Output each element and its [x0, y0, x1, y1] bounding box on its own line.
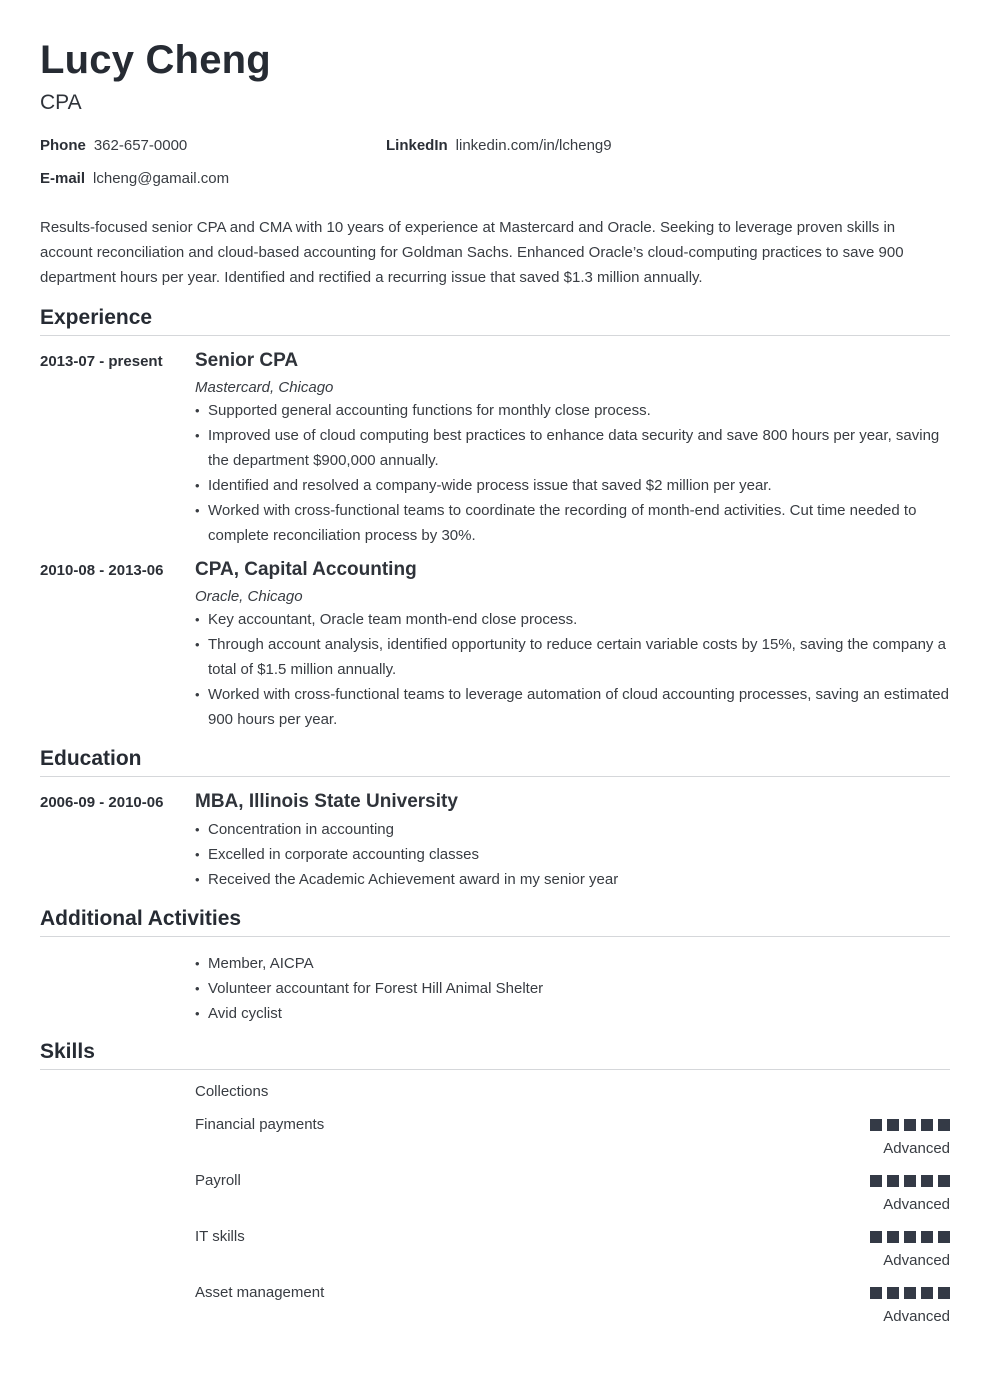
entry-dates: 2013-07 - present: [40, 353, 163, 370]
bullet-item: Through account analysis, identified opp…: [195, 632, 950, 682]
bullet-item: Concentration in accounting: [195, 817, 950, 842]
entry-degree: MBA, Illinois State University: [195, 791, 458, 812]
skill-name: IT skills: [195, 1228, 245, 1245]
bullet-item: Excelled in corporate accounting classes: [195, 842, 950, 867]
email-label: E-mail: [40, 170, 86, 187]
contact-info: Phone 362-657-0000 LinkedIn linkedin.com/i…: [40, 136, 950, 202]
candidate-title: CPA: [40, 91, 82, 114]
skill-item: Asset management Advanced: [195, 1283, 950, 1339]
contact-phone: Phone 362-657-0000: [40, 136, 187, 156]
linkedin-value: linkedin.com/in/lcheng9: [455, 137, 612, 154]
contact-email: E-mail lcheng@gamail.com: [40, 169, 229, 189]
bullet-item: Worked with cross-functional teams to le…: [195, 682, 950, 732]
experience-entry: 2013-07 - present Senior CPA Mastercard,…: [40, 349, 950, 548]
activities-list: Member, AICPA Volunteer accountant for F…: [40, 951, 950, 1026]
bullet-item: Improved use of cloud computing best pra…: [195, 423, 950, 473]
bullet-item: Worked with cross-functional teams to co…: [195, 498, 950, 548]
rating-square: [921, 1119, 933, 1131]
rating-square: [870, 1287, 882, 1299]
entry-bullets: Key accountant, Oracle team month-end cl…: [195, 607, 950, 732]
linkedin-label: LinkedIn: [386, 137, 448, 154]
rating-square: [887, 1231, 899, 1243]
entry-role: CPA, Capital Accounting: [195, 559, 417, 580]
skill-level: Advanced: [883, 1196, 950, 1213]
skill-item: Collections: [195, 1082, 950, 1115]
experience-entry: 2010-08 - 2013-06 CPA, Capital Accountin…: [40, 558, 950, 732]
activity-item: Avid cyclist: [195, 1001, 950, 1026]
skill-item: IT skills Advanced: [195, 1227, 950, 1283]
skill-name: Asset management: [195, 1284, 325, 1301]
bullet-item: Key accountant, Oracle team month-end cl…: [195, 607, 950, 632]
rating-square: [887, 1287, 899, 1299]
rating-square: [938, 1175, 950, 1187]
skill-level: Advanced: [883, 1140, 950, 1157]
skill-level: Advanced: [883, 1308, 950, 1325]
email-value: lcheng@gamail.com: [93, 170, 230, 187]
bullet-item: Identified and resolved a company-wide p…: [195, 473, 950, 498]
skill-rating: [870, 1287, 950, 1299]
skill-name: Collections: [195, 1083, 269, 1100]
activity-item: Volunteer accountant for Forest Hill Ani…: [195, 976, 950, 1001]
rating-square: [904, 1175, 916, 1187]
skill-name: Payroll: [195, 1172, 241, 1189]
skills-list: Collections Financial payments Advanced …: [40, 1082, 950, 1339]
phone-value: 362-657-0000: [93, 137, 188, 154]
rating-square: [904, 1119, 916, 1131]
contact-linkedin: LinkedIn linkedin.com/in/lcheng9: [386, 136, 612, 156]
section-heading-education: Education: [40, 746, 950, 777]
rating-square: [870, 1231, 882, 1243]
section-heading-experience: Experience: [40, 305, 950, 336]
rating-square: [904, 1231, 916, 1243]
skill-rating: [870, 1175, 950, 1187]
skill-name: Financial payments: [195, 1116, 325, 1133]
rating-square: [921, 1231, 933, 1243]
profile-summary: Results-focused senior CPA and CMA with …: [40, 219, 904, 286]
rating-square: [938, 1231, 950, 1243]
section-heading-skills: Skills: [40, 1039, 950, 1070]
rating-square: [887, 1175, 899, 1187]
rating-square: [887, 1119, 899, 1131]
rating-square: [938, 1119, 950, 1131]
entry-organization: Oracle, Chicago: [195, 588, 303, 605]
candidate-name: Lucy Cheng: [40, 38, 271, 82]
section-heading-activities: Additional Activities: [40, 906, 950, 937]
bullet-item: Supported general accounting functions f…: [195, 398, 950, 423]
skill-item: Payroll Advanced: [195, 1171, 950, 1227]
skill-rating: [870, 1119, 950, 1131]
rating-square: [904, 1287, 916, 1299]
entry-dates: 2010-08 - 2013-06: [40, 562, 164, 579]
rating-square: [921, 1287, 933, 1299]
entry-organization: Mastercard, Chicago: [195, 379, 334, 396]
skill-rating: [870, 1231, 950, 1243]
rating-square: [938, 1287, 950, 1299]
bullet-item: Received the Academic Achievement award …: [195, 867, 950, 892]
skill-item: Financial payments Advanced: [195, 1115, 950, 1171]
activity-item: Member, AICPA: [195, 951, 950, 976]
rating-square: [870, 1175, 882, 1187]
resume-page: Lucy Cheng CPA Phone 362-657-0000 LinkedI…: [0, 0, 990, 1339]
phone-label: Phone: [40, 137, 86, 154]
entry-bullets: Concentration in accounting Excelled in …: [195, 817, 950, 892]
skill-level: Advanced: [883, 1252, 950, 1269]
education-entry: 2006-09 - 2010-06 MBA, Illinois State Un…: [40, 790, 950, 892]
entry-role: Senior CPA: [195, 350, 299, 371]
entry-dates: 2006-09 - 2010-06: [40, 794, 164, 811]
entry-bullets: Supported general accounting functions f…: [195, 398, 950, 548]
rating-square: [921, 1175, 933, 1187]
rating-square: [870, 1119, 882, 1131]
